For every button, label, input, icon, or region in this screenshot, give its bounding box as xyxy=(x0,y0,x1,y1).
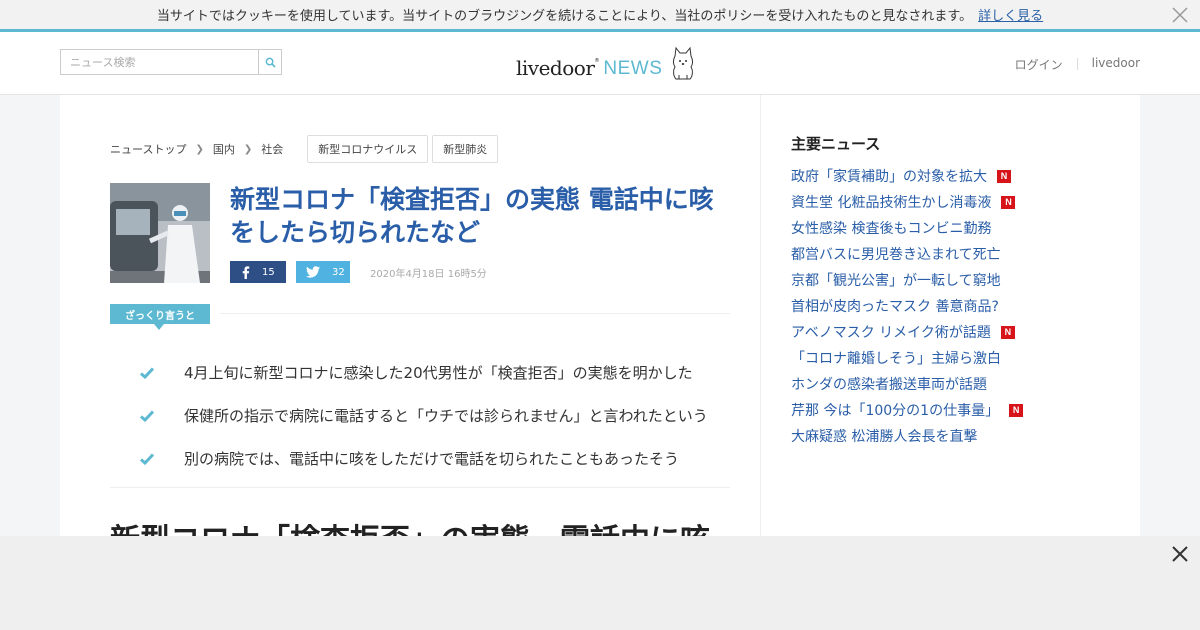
top-news-title: 主要ニュース xyxy=(791,135,881,153)
twitter-icon xyxy=(306,266,320,278)
thumbnail-photo xyxy=(110,183,210,283)
logo-news: NEWS xyxy=(603,58,663,79)
login-link[interactable]: ログイン xyxy=(1015,56,1063,73)
logo-registered-mark: ® xyxy=(594,58,600,64)
news-link[interactable]: 都営バスに男児巻き込まれて死亡 xyxy=(791,244,1001,264)
summary-text: 4月上旬に新型コロナに感染した20代男性が「検査拒否」の実態を明かした xyxy=(184,364,693,382)
news-list-item[interactable]: 都営バスに男児巻き込まれて死亡 xyxy=(791,241,1023,267)
new-badge: N xyxy=(1001,195,1016,209)
news-link[interactable]: 京都「観光公害」が一転して窮地 xyxy=(791,270,1001,290)
new-badge: N xyxy=(1000,325,1015,339)
cookie-bar: 当サイトではクッキーを使用しています。当サイトのブラウジングを続けることにより、… xyxy=(0,0,1200,32)
chevron-right-icon: ❯ xyxy=(243,143,253,155)
close-icon[interactable] xyxy=(1170,5,1190,25)
site-logo[interactable]: livedoor ® NEWS xyxy=(516,44,696,80)
news-link[interactable]: 資生堂 化粧品技術生かし消毒液 xyxy=(791,192,991,212)
article-headline: 新型コロナ「検査拒否」の実態 電話中に咳をしたら切られたなど xyxy=(230,185,714,247)
list-item: 保健所の指示で病院に電話すると「ウチでは診られません」と言われたという xyxy=(140,394,708,437)
news-list-item[interactable]: 首相が皮肉ったマスク 善意商品? xyxy=(791,293,1023,319)
divider xyxy=(1076,58,1078,70)
summary-list: 4月上旬に新型コロナに感染した20代男性が「検査拒否」の実態を明かした 保健所の… xyxy=(140,351,708,480)
tag-covid[interactable]: 新型コロナウイルス xyxy=(307,135,429,163)
checkmark-icon xyxy=(140,366,154,379)
news-list-item[interactable]: 女性感染 検査後もコンビニ勤務 xyxy=(791,215,1023,241)
top-news-list: 政府「家賃補助」の対象を拡大 N 資生堂 化粧品技術生かし消毒液 N 女性感染 検査後も… xyxy=(791,163,1024,449)
article-thumbnail[interactable] xyxy=(110,183,210,283)
cookie-message: 当サイトではクッキーを使用しています。当サイトのブラウジングを続けることにより、… xyxy=(156,9,973,24)
news-link[interactable]: 大麻疑惑 松浦勝人会長を直撃 xyxy=(791,426,977,446)
breadcrumb-top[interactable]: ニューストップ xyxy=(110,141,186,157)
search-button[interactable] xyxy=(258,49,282,75)
news-link[interactable]: ホンダの感染者搬送車両が話題 xyxy=(791,374,987,394)
summary-text: 別の病院では、電話中に咳をしただけで電話を切られたこともあったそう xyxy=(184,450,680,468)
news-link[interactable]: 女性感染 検査後もコンビニ勤務 xyxy=(791,218,991,238)
news-list-item[interactable]: 政府「家賃補助」の対象を拡大 N xyxy=(791,163,1023,189)
close-icon[interactable] xyxy=(1170,544,1190,564)
summary-label: ざっくり言うと xyxy=(110,304,210,330)
breadcrumb: ニューストップ ❯ 国内 ❯ 社会 新型コロナウイルス 新型肺炎 xyxy=(110,135,499,163)
news-search xyxy=(60,49,282,75)
site-header: livedoor ® NEWS ログイン livedoor xyxy=(0,32,1200,95)
chevron-right-icon: ❯ xyxy=(195,143,204,155)
header-links: ログイン livedoor xyxy=(1015,56,1140,73)
new-badge: N xyxy=(997,169,1011,183)
breadcrumb-society[interactable]: 社会 xyxy=(261,141,283,157)
summary-text: 保健所の指示で病院に電話すると「ウチでは診られません」と言われたという xyxy=(184,407,708,425)
checkmark-icon xyxy=(140,409,154,422)
ad-banner xyxy=(0,536,1200,630)
news-list-item[interactable]: アベノマスク リメイク術が話題 N xyxy=(791,319,1023,345)
news-list-item[interactable]: 大麻疑惑 松浦勝人会長を直撃 xyxy=(791,423,1023,449)
twitter-count: 32 xyxy=(332,266,345,278)
news-list-item[interactable]: ホンダの感染者搬送車両が話題 xyxy=(791,371,1023,397)
facebook-share-button[interactable]: 15 xyxy=(230,261,286,283)
twitter-share-button[interactable]: 32 xyxy=(296,261,350,283)
news-list-item[interactable]: 資生堂 化粧品技術生かし消毒液 N xyxy=(791,189,1023,215)
news-link[interactable]: 首相が皮肉ったマスク 善意商品? xyxy=(791,296,999,316)
news-link[interactable]: 「コロナ離婚しそう」主婦ら激白 xyxy=(791,348,1001,368)
breadcrumb-domestic[interactable]: 国内 xyxy=(213,141,235,157)
dog-mascot-icon xyxy=(673,46,694,80)
new-badge: N xyxy=(1009,403,1024,417)
list-item: 4月上旬に新型コロナに感染した20代男性が「検査拒否」の実態を明かした xyxy=(140,351,708,394)
cookie-more-link[interactable]: 詳しく見る xyxy=(978,5,1043,24)
facebook-count: 15 xyxy=(262,266,275,278)
tag-pneumonia[interactable]: 新型肺炎 xyxy=(432,135,499,163)
checkmark-icon xyxy=(140,452,154,465)
search-input[interactable] xyxy=(60,49,258,75)
news-list-item[interactable]: 芹那 今は「100分の1の仕事量」 N xyxy=(791,397,1024,423)
livedoor-link[interactable]: livedoor xyxy=(1092,56,1140,73)
divider xyxy=(220,313,730,314)
news-link[interactable]: 芹那 今は「100分の1の仕事量」 xyxy=(791,400,999,420)
logo-livedoor: livedoor xyxy=(516,56,595,80)
news-list-item[interactable]: 「コロナ離婚しそう」主婦ら激白 xyxy=(791,345,1023,371)
news-link[interactable]: 政府「家賃補助」の対象を拡大 xyxy=(791,166,987,186)
publish-date: 2020年4月18日 16時5分 xyxy=(370,269,487,280)
news-link[interactable]: アベノマスク リメイク術が話題 xyxy=(791,322,991,342)
news-list-item[interactable]: 京都「観光公害」が一転して窮地 xyxy=(791,267,1023,293)
list-item: 別の病院では、電話中に咳をしただけで電話を切られたこともあったそう xyxy=(140,437,708,480)
search-icon xyxy=(265,57,276,68)
divider xyxy=(110,487,730,488)
facebook-icon xyxy=(242,265,250,279)
